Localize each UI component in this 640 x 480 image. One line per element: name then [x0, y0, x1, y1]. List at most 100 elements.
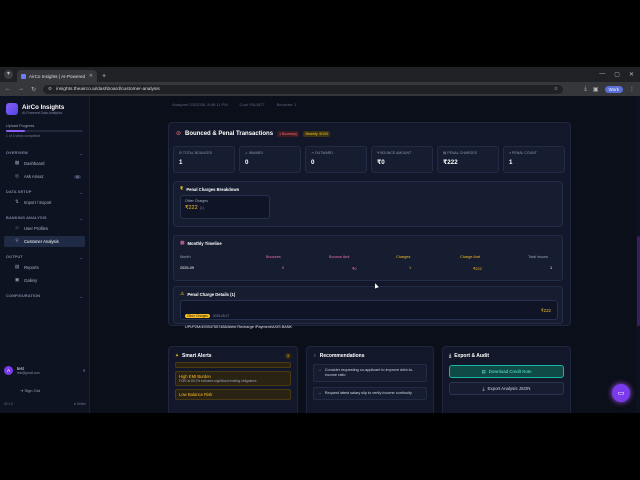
favicon-icon: [21, 73, 26, 79]
list-item: → Consider requesting co-applicant to imp…: [313, 364, 427, 382]
chat-icon: ◎: [14, 174, 20, 179]
upload-progress-label: Upload Progress: [6, 124, 35, 128]
address-bar[interactable]: ⚙ insights.theairco.ai/dashboard/custome…: [43, 84, 564, 94]
cell-total-issues: 1: [550, 266, 553, 270]
extensions-icon[interactable]: ▣: [593, 86, 599, 93]
letterbox-bottom: [0, 413, 640, 480]
breadcrumb: Analyzed 2/3/2026, 8:06:11 PM Cust: RAJA…: [172, 102, 297, 107]
breakdown-item-value: ₹222: [185, 205, 198, 211]
arrow-right-icon: →: [318, 368, 322, 372]
download-icon: ⤓: [449, 353, 452, 359]
sidebar-item-label: User Profiles: [24, 226, 48, 231]
cell-bounce-amt: ₹0: [352, 267, 357, 271]
section-configuration[interactable]: CONFIGURATION ⌄: [0, 294, 89, 299]
breakdown-item-count: (1): [199, 206, 205, 210]
forward-icon[interactable]: →: [18, 86, 24, 92]
site-info-icon[interactable]: ⚙: [48, 86, 52, 92]
sidebar-item-label: Gallery: [24, 278, 38, 283]
rupee-icon: ₹: [180, 187, 184, 192]
chevron-down-icon: ⌄: [79, 295, 83, 299]
recommendations-card: ♀ Recommendations → Consider requesting co…: [306, 346, 434, 413]
col-bounce-amt: Bounce Amt: [329, 255, 350, 259]
col-charges: Charges: [396, 255, 411, 259]
profile-work-button[interactable]: Work: [604, 85, 623, 93]
breakdown-item: Other Charges ₹222 (1): [180, 195, 270, 219]
download-icon[interactable]: ⤓: [584, 86, 587, 93]
bounced-penal-card: ⊘ Bounced & Penal Transactions 1 Bounce(…: [168, 122, 571, 329]
ai-badge: AI: [73, 174, 81, 179]
export-json-button[interactable]: ⤓ Export Analysis JSON: [449, 382, 564, 395]
stat-bounce-amount: ₹ BOUNCE AMOUNT ₹0: [371, 146, 433, 173]
scrollbar[interactable]: [636, 96, 640, 413]
theme-toggle-icon[interactable]: ◐: [83, 368, 86, 374]
section-output[interactable]: OUTPUT ⌄: [0, 255, 89, 260]
section-overview[interactable]: OVERVIEW ⌄: [0, 151, 89, 156]
chevron-down-icon: ⌄: [79, 191, 83, 195]
alert-circle-icon: ⊘: [176, 131, 182, 137]
sidebar-item-label: Ask Airvaz: [24, 174, 44, 179]
stat-inward: ↙ INWARD 0: [239, 146, 301, 173]
brand: AirCo Insights AI-Powered Data Analytics: [0, 96, 89, 119]
sidebar-item-label: Import / Export: [24, 200, 52, 205]
warning-icon: ⚠: [180, 292, 185, 297]
sparkle-icon: ✦: [175, 353, 180, 359]
col-total-issues: Total Issues: [528, 255, 549, 259]
browser-tab[interactable]: AirCo Insights | AI-Powered De... ✕: [17, 70, 97, 82]
penal-charge-details: ⚠ Penal Charge Details (1) Other Charges 2…: [173, 286, 563, 329]
export-audit-card: ⤓ Export & Audit ▤ Download Credit Note ⤓ E…: [442, 346, 571, 413]
stat-penal-count: ≡ PENAL COUNT 1: [503, 146, 565, 173]
chat-assistant-button[interactable]: ▭: [612, 384, 630, 402]
minimize-icon[interactable]: —: [599, 71, 605, 78]
close-window-icon[interactable]: ✕: [629, 71, 634, 78]
section-data-setup[interactable]: DATA SETUP ⌄: [0, 190, 89, 195]
user-email: test@gmail.com: [17, 371, 40, 375]
charge-date: 2025-09-27: [212, 314, 230, 318]
browser-toolbar: ← → ↻ ⚙ insights.theairco.ai/dashboard/c…: [0, 82, 640, 96]
toolbar-right: ⤓ ▣ Work ⋮: [584, 85, 635, 93]
sidebar-item-label: Reports: [24, 265, 39, 270]
alerts-count-badge: 3: [285, 353, 291, 359]
sidebar-item-customer-analysis[interactable]: ⚲ Customer Analysis: [4, 236, 85, 247]
app-version: v2.1.0: [4, 402, 13, 406]
transfer-icon: ⇅: [14, 200, 20, 205]
sidebar-item-gallery[interactable]: ▣ Gallery: [4, 275, 85, 286]
upload-progress-fill: [6, 130, 26, 132]
chevron-down-icon: ⌄: [79, 256, 83, 260]
severity-badge: Severity: 5/100: [303, 130, 330, 137]
sidebar-item-ask-airvaz[interactable]: ◎ Ask Airvaz AI: [4, 171, 85, 182]
section-banking-analysis[interactable]: BANKING ANALYSIS ⌄: [0, 216, 89, 221]
sidebar-item-reports[interactable]: ▤ Reports: [4, 262, 85, 273]
alert-title: Low Balance Risk: [179, 392, 213, 397]
close-tab-icon[interactable]: ✕: [89, 73, 93, 79]
sidebar-item-user-profiles[interactable]: ☺ User Profiles: [4, 223, 85, 234]
arrow-right-icon: →: [318, 390, 322, 395]
file-icon: ▤: [481, 368, 486, 374]
sidebar-item-label: Dashboard: [24, 161, 45, 166]
user-card[interactable]: A test test@gmail.com ◐: [4, 366, 86, 375]
new-tab-icon[interactable]: +: [102, 73, 106, 80]
col-bounces: Bounces: [266, 255, 281, 259]
sidebar-item-import-export[interactable]: ⇅ Import / Export: [4, 197, 85, 208]
image-icon: ▣: [14, 278, 20, 283]
tab-search-icon[interactable]: ▾: [4, 70, 13, 79]
stat-outward: ↗ OUTWARD 0: [305, 146, 367, 173]
tab-title: AirCo Insights | AI-Powered De...: [29, 73, 86, 79]
sidebar-item-dashboard[interactable]: ▦ Dashboard: [4, 158, 85, 169]
timeline-title: Monthly Timeline: [187, 241, 222, 246]
cell-charge-amt: ₹222: [473, 267, 482, 271]
download-icon: ⤓: [482, 386, 485, 391]
list-item: Other Charges 2025-09-27 UPI/P2M/49394755…: [180, 300, 558, 329]
export-title: Export & Audit: [454, 353, 490, 359]
back-icon[interactable]: ←: [5, 86, 11, 92]
breakdown-title: Penal Charges Breakdown: [186, 187, 240, 192]
user-search-icon: ⚲: [15, 239, 19, 244]
reload-icon[interactable]: ↻: [31, 86, 36, 93]
bookmark-star-icon[interactable]: ☆: [554, 87, 558, 92]
brand-name: AirCo Insights: [22, 103, 65, 111]
maximize-icon[interactable]: ▢: [614, 71, 620, 78]
download-credit-note-button[interactable]: ▤ Download Credit Note: [449, 365, 564, 378]
sidebar: AirCo Insights AI-Powered Data Analytics…: [0, 96, 90, 413]
sign-out-button[interactable]: ⇥ Sign Out: [20, 388, 40, 393]
alert-high-emi: High EMI Burden FOIR at 89.2% indicates …: [175, 371, 291, 386]
menu-kebab-icon[interactable]: ⋮: [629, 86, 635, 93]
